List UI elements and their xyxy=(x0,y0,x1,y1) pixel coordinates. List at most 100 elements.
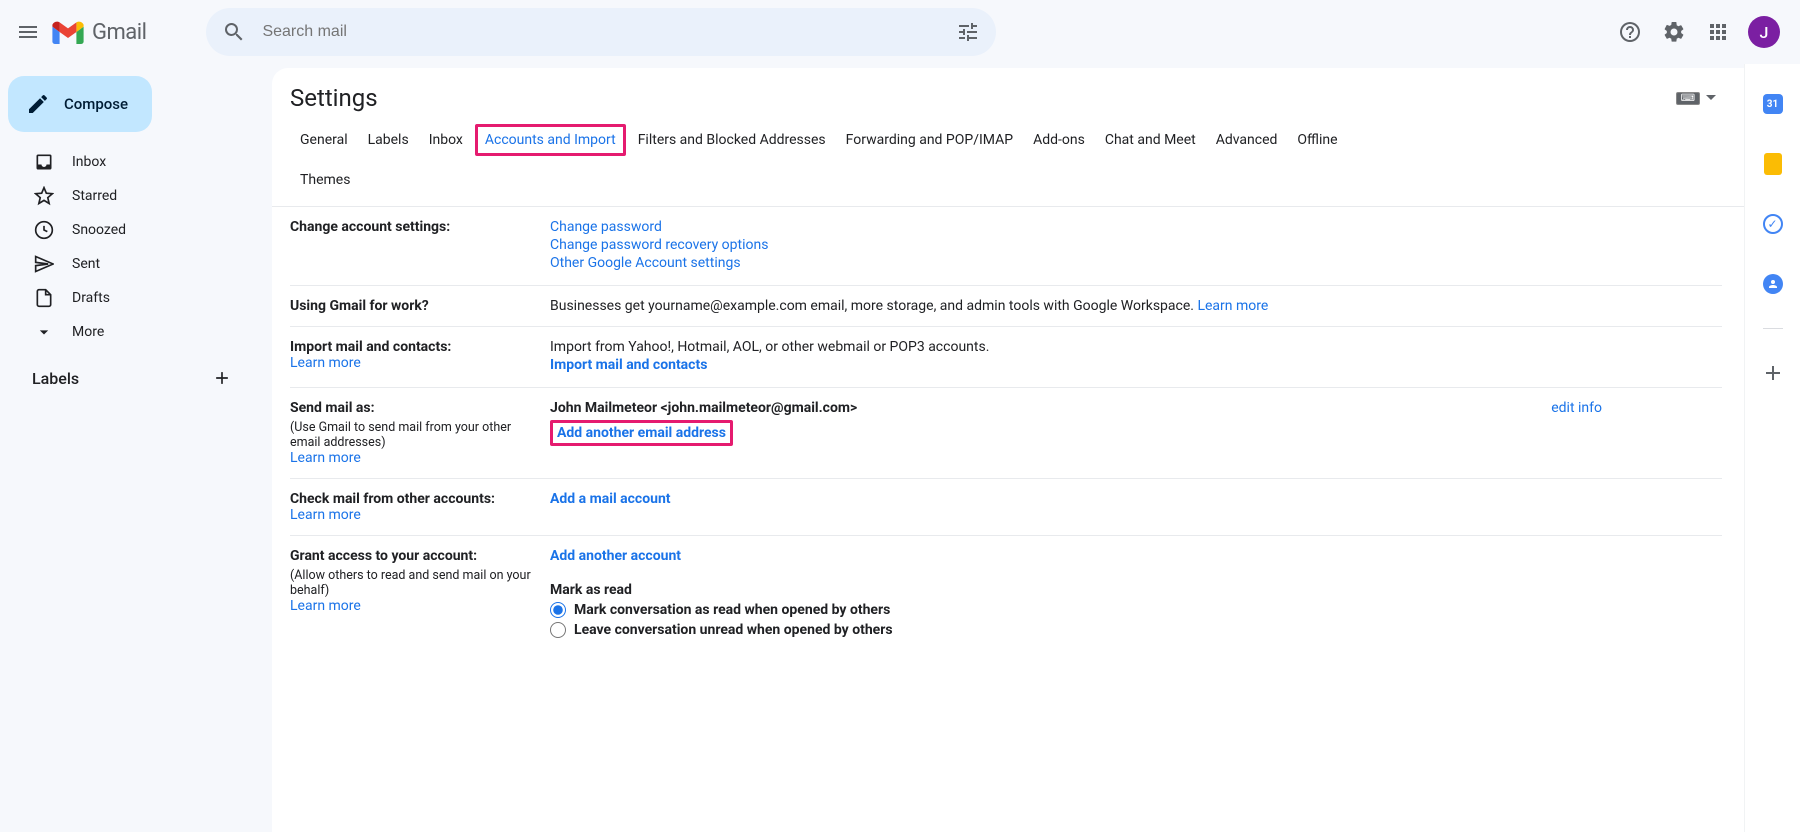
main-panel: Settings ⌨ General Labels Inbox Accounts… xyxy=(272,68,1744,832)
keep-app-button[interactable] xyxy=(1753,144,1793,184)
nav-starred[interactable]: Starred xyxy=(8,180,240,212)
section-subtitle: (Allow others to read and send mail on y… xyxy=(290,568,540,598)
section-title: Grant access to your account: xyxy=(290,548,540,564)
get-addons-button[interactable] xyxy=(1753,353,1793,393)
link-change-recovery[interactable]: Change password recovery options xyxy=(550,237,768,253)
keyboard-icon: ⌨ xyxy=(1676,92,1700,105)
link-add-mail-account[interactable]: Add a mail account xyxy=(550,491,671,507)
radio-leave-unread[interactable]: Leave conversation unread when opened by… xyxy=(550,622,1722,638)
settings-scroll-area[interactable]: Change account settings: Change password… xyxy=(272,206,1744,832)
tab-themes[interactable]: Themes xyxy=(290,164,360,196)
section-title: Change account settings: xyxy=(290,219,540,235)
help-icon xyxy=(1618,20,1642,44)
nav-sent[interactable]: Sent xyxy=(8,248,240,280)
search-icon xyxy=(222,20,246,44)
import-text: Import from Yahoo!, Hotmail, AOL, or oth… xyxy=(550,339,1722,355)
calendar-app-button[interactable]: 31 xyxy=(1753,84,1793,124)
section-check-mail: Check mail from other accounts: Learn mo… xyxy=(290,479,1722,536)
section-send-mail-as: Send mail as: (Use Gmail to send mail fr… xyxy=(290,388,1722,479)
link-add-another-email[interactable]: Add another email address xyxy=(557,425,726,441)
nav-label: Drafts xyxy=(72,290,110,306)
plus-icon xyxy=(1761,361,1785,385)
product-name: Gmail xyxy=(92,20,146,45)
search-bar xyxy=(206,8,996,56)
section-title: Send mail as: xyxy=(290,400,540,416)
tab-inbox[interactable]: Inbox xyxy=(419,124,473,156)
nav-label: Starred xyxy=(72,188,117,204)
app-header: Gmail J xyxy=(0,0,1800,64)
apps-button[interactable] xyxy=(1698,12,1738,52)
nav-label: More xyxy=(72,324,104,340)
nav-drafts[interactable]: Drafts xyxy=(8,282,240,314)
avatar-initial: J xyxy=(1760,23,1769,42)
radio-leave-unread-input[interactable] xyxy=(550,622,566,638)
input-method-selector[interactable]: ⌨ xyxy=(1676,92,1716,105)
tab-general[interactable]: General xyxy=(290,124,358,156)
contacts-app-button[interactable] xyxy=(1753,264,1793,304)
sidepanel-divider xyxy=(1763,328,1783,329)
work-text: Businesses get yourname@example.com emai… xyxy=(550,298,1197,314)
hamburger-icon xyxy=(16,20,40,44)
add-label-button[interactable] xyxy=(208,364,236,392)
apps-grid-icon xyxy=(1706,20,1730,44)
send-icon xyxy=(34,254,54,274)
mark-as-read-heading: Mark as read xyxy=(550,582,1722,598)
radio-mark-read-label: Mark conversation as read when opened by… xyxy=(574,602,890,618)
menu-button[interactable] xyxy=(8,12,48,52)
radio-leave-unread-label: Leave conversation unread when opened by… xyxy=(574,622,893,638)
tab-filters[interactable]: Filters and Blocked Addresses xyxy=(628,124,836,156)
nav-inbox[interactable]: Inbox xyxy=(8,146,240,178)
settings-tabs: General Labels Inbox Accounts and Import… xyxy=(272,120,1744,156)
link-import-mail-contacts[interactable]: Import mail and contacts xyxy=(550,357,707,373)
account-avatar[interactable]: J xyxy=(1748,16,1780,48)
sendas-account: John Mailmeteor <john.mailmeteor@gmail.c… xyxy=(550,400,857,416)
tab-accounts-import[interactable]: Accounts and Import xyxy=(475,124,626,156)
link-learn-more-sendas[interactable]: Learn more xyxy=(290,450,540,466)
tab-addons[interactable]: Add-ons xyxy=(1023,124,1095,156)
chevron-down-icon xyxy=(34,322,54,342)
search-options-button[interactable] xyxy=(948,12,988,52)
section-title: Using Gmail for work? xyxy=(290,298,540,314)
labels-section-header: Labels xyxy=(8,350,256,392)
gmail-logo[interactable]: Gmail xyxy=(52,20,146,45)
section-import: Import mail and contacts: Learn more Imp… xyxy=(290,327,1722,388)
star-icon xyxy=(34,186,54,206)
header-actions: J xyxy=(1610,12,1792,52)
gmail-m-icon xyxy=(52,20,84,44)
tasks-app-button[interactable]: ✓ xyxy=(1753,204,1793,244)
nav-label: Inbox xyxy=(72,154,106,170)
support-button[interactable] xyxy=(1610,12,1650,52)
tab-offline[interactable]: Offline xyxy=(1287,124,1347,156)
section-work: Using Gmail for work? Businesses get you… xyxy=(290,286,1722,327)
link-learn-more-grant[interactable]: Learn more xyxy=(290,598,540,614)
inbox-icon xyxy=(34,152,54,172)
link-learn-more-work[interactable]: Learn more xyxy=(1197,298,1268,314)
link-change-password[interactable]: Change password xyxy=(550,219,662,235)
tab-chat-meet[interactable]: Chat and Meet xyxy=(1095,124,1206,156)
search-button[interactable] xyxy=(214,12,254,52)
link-learn-more-import[interactable]: Learn more xyxy=(290,355,540,371)
pencil-icon xyxy=(26,92,50,116)
link-add-another-account[interactable]: Add another account xyxy=(550,548,681,564)
link-edit-info[interactable]: edit info xyxy=(1551,400,1722,416)
radio-mark-read[interactable]: Mark conversation as read when opened by… xyxy=(550,602,1722,618)
keep-icon xyxy=(1764,153,1782,175)
radio-mark-read-input[interactable] xyxy=(550,602,566,618)
nav-snoozed[interactable]: Snoozed xyxy=(8,214,240,246)
link-other-settings[interactable]: Other Google Account settings xyxy=(550,255,741,271)
calendar-icon: 31 xyxy=(1763,94,1783,114)
search-input[interactable] xyxy=(254,23,948,41)
settings-button[interactable] xyxy=(1654,12,1694,52)
nav-more[interactable]: More xyxy=(8,316,240,348)
tab-labels[interactable]: Labels xyxy=(358,124,419,156)
link-learn-more-check[interactable]: Learn more xyxy=(290,507,540,523)
nav-list: Inbox Starred Snoozed Sent Drafts xyxy=(8,144,256,350)
nav-label: Sent xyxy=(72,256,100,272)
tab-advanced[interactable]: Advanced xyxy=(1206,124,1288,156)
compose-button[interactable]: Compose xyxy=(8,76,152,132)
section-title: Import mail and contacts: xyxy=(290,339,540,355)
plus-icon xyxy=(212,368,232,388)
tab-forwarding[interactable]: Forwarding and POP/IMAP xyxy=(836,124,1023,156)
section-grant-access: Grant access to your account: (Allow oth… xyxy=(290,536,1722,650)
contacts-icon xyxy=(1763,274,1783,294)
